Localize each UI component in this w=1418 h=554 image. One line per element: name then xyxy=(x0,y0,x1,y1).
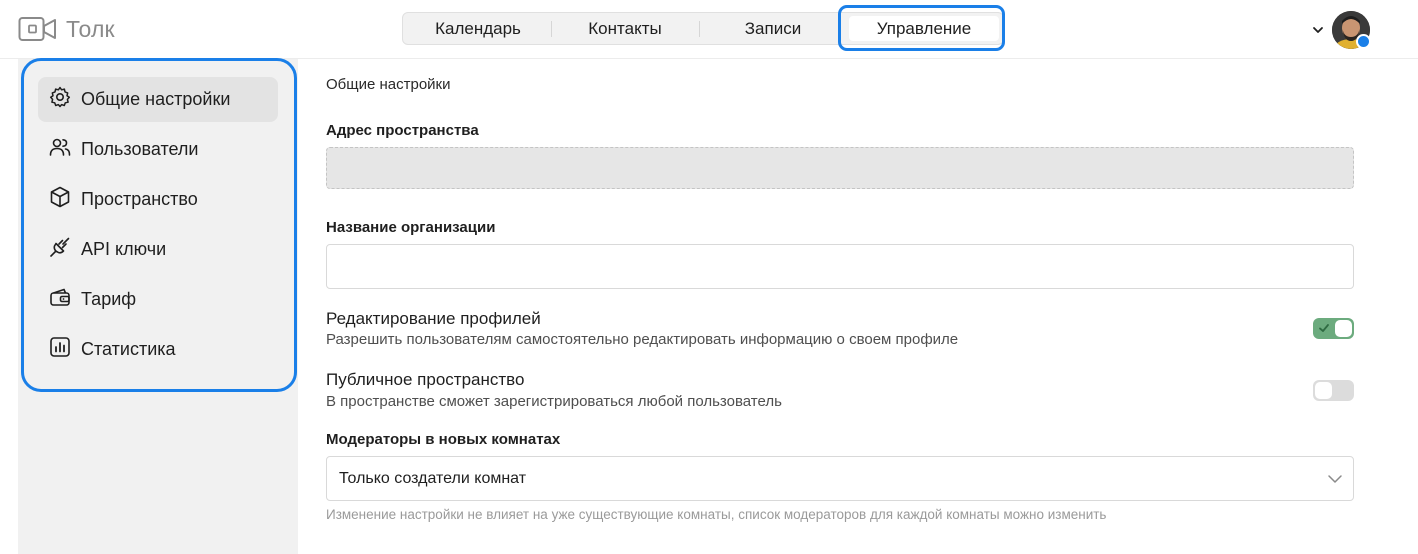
avatar[interactable] xyxy=(1332,11,1371,49)
sidebar-item-label: Пространство xyxy=(81,189,198,209)
public-space-title: Публичное пространство xyxy=(326,370,525,389)
page-title: Общие настройки xyxy=(326,76,451,93)
wallet-icon xyxy=(48,285,72,314)
sidebar-item-statistics[interactable]: Статистика xyxy=(38,327,278,372)
users-icon xyxy=(48,135,72,164)
moderators-hint: Изменение настройки не влияет на уже сущ… xyxy=(326,507,1107,522)
space-address-label: Адрес пространства xyxy=(326,122,479,139)
chevron-down-icon[interactable] xyxy=(1312,24,1324,36)
checkmark-icon xyxy=(1319,324,1329,332)
org-name-input[interactable] xyxy=(326,244,1354,289)
profile-editing-title: Редактирование профилей xyxy=(326,309,541,328)
camera-icon xyxy=(18,16,58,42)
moderators-select[interactable]: Только создатели комнат xyxy=(326,456,1354,501)
main-navigation: Календарь Контакты Записи Управление xyxy=(402,12,1004,45)
public-space-description: В пространстве сможет зарегистрироваться… xyxy=(326,393,782,410)
sidebar-item-label: API ключи xyxy=(81,239,167,259)
sidebar-item-tariff[interactable]: Тариф xyxy=(38,277,278,322)
chart-icon xyxy=(48,335,72,364)
app-name: Толк xyxy=(66,15,115,42)
user-menu[interactable] xyxy=(1312,10,1371,50)
sidebar-item-general[interactable]: Общие настройки xyxy=(38,77,278,122)
app-logo[interactable]: Толк xyxy=(18,15,115,43)
plug-icon xyxy=(48,235,72,264)
space-address-field xyxy=(326,147,1354,189)
sidebar-item-space[interactable]: Пространство xyxy=(38,177,278,222)
chevron-down-icon xyxy=(1327,471,1343,492)
toggle-knob xyxy=(1335,320,1352,337)
sidebar-item-users[interactable]: Пользователи xyxy=(38,127,278,172)
org-name-label: Название организации xyxy=(326,219,496,236)
gear-icon xyxy=(48,85,72,114)
moderators-selected-value: Только создатели комнат xyxy=(339,469,527,487)
toggle-knob xyxy=(1315,382,1332,399)
online-status-dot xyxy=(1356,34,1371,49)
tab-management[interactable]: Управление xyxy=(849,16,999,41)
sidebar-item-label: Тариф xyxy=(81,289,137,309)
top-bar: Толк Календарь Контакты Записи Управлени… xyxy=(0,0,1418,59)
sidebar-item-label: Пользователи xyxy=(81,139,199,159)
profile-editing-description: Разрешить пользователям самостоятельно р… xyxy=(326,331,959,348)
sidebar-item-label: Общие настройки xyxy=(81,89,231,109)
moderators-label: Модераторы в новых комнатах xyxy=(326,431,561,448)
public-space-toggle[interactable] xyxy=(1313,380,1354,401)
cube-icon xyxy=(48,185,72,214)
tab-recordings[interactable]: Записи xyxy=(700,13,846,44)
sidebar-item-label: Статистика xyxy=(81,339,176,359)
tab-calendar[interactable]: Календарь xyxy=(405,13,551,44)
sidebar-item-api-keys[interactable]: API ключи xyxy=(38,227,278,272)
tab-contacts[interactable]: Контакты xyxy=(552,13,698,44)
profile-editing-toggle[interactable] xyxy=(1313,318,1354,339)
